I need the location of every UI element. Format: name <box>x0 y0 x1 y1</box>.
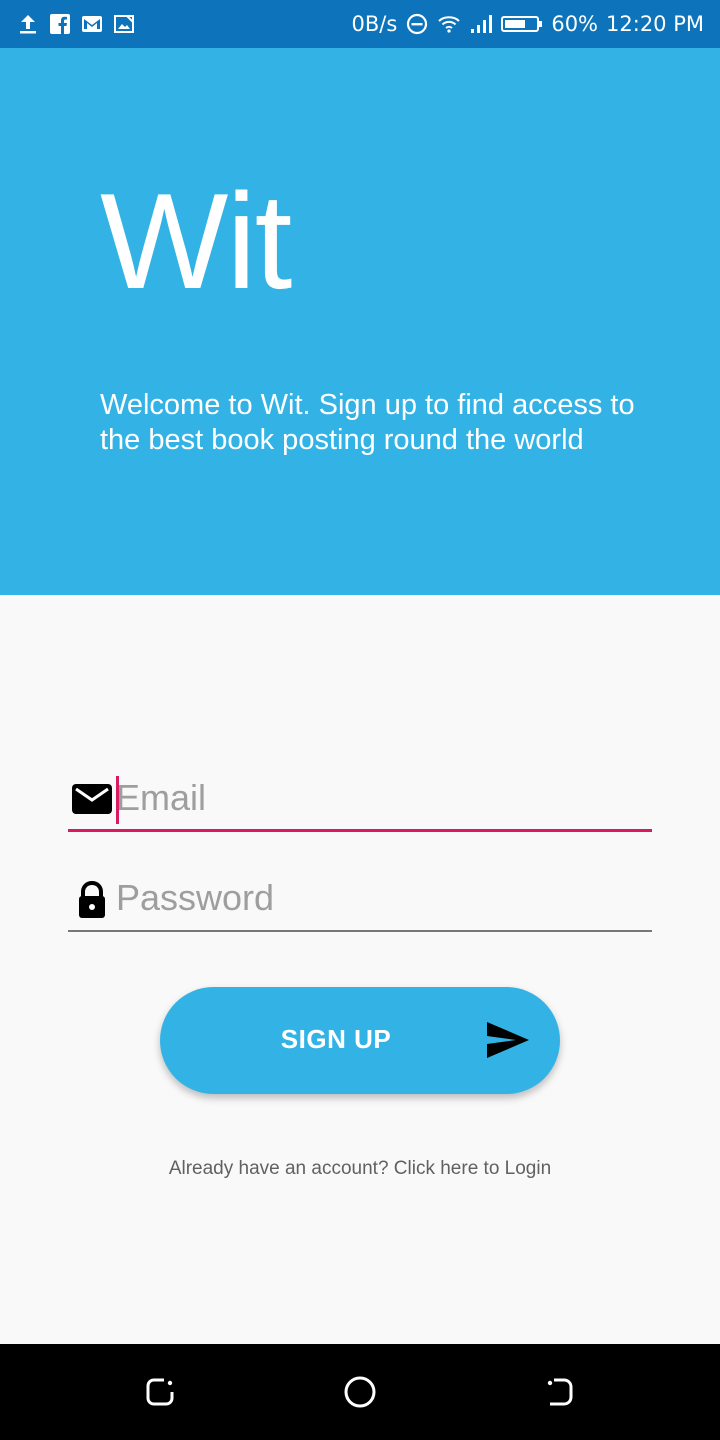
send-icon <box>486 1021 530 1059</box>
mail-icon <box>72 780 112 820</box>
signup-button[interactable]: SIGN UP <box>160 987 560 1094</box>
status-bar-system: 0B/s 60% 12:20 PM <box>352 0 704 48</box>
clock: 12:20 PM <box>606 12 704 36</box>
gmail-icon <box>80 12 104 36</box>
net-speed: 0B/s <box>351 12 398 36</box>
screenshot-icon <box>112 12 136 36</box>
signup-label: SIGN UP <box>280 1024 392 1054</box>
app-tagline: Welcome to Wit. Sign up to find access t… <box>100 389 635 456</box>
password-underline <box>68 930 652 932</box>
recents-icon[interactable] <box>140 1372 180 1412</box>
email-field[interactable] <box>68 770 652 832</box>
email-underline <box>68 829 652 832</box>
signal-icon <box>469 12 493 36</box>
battery-percent: 60% <box>551 12 599 36</box>
app-title: Wit <box>100 165 292 317</box>
status-bar: 0B/s 60% 12:20 PM <box>0 0 720 48</box>
navigation-bar <box>0 1344 720 1440</box>
back-icon[interactable] <box>540 1372 580 1412</box>
do-not-disturb-icon <box>405 12 429 36</box>
text-cursor <box>116 776 119 824</box>
lock-icon <box>72 880 112 920</box>
upload-icon <box>16 12 40 36</box>
wifi-icon <box>437 12 461 36</box>
status-bar-notifications <box>16 12 136 36</box>
home-icon[interactable] <box>340 1372 380 1412</box>
facebook-icon <box>48 12 72 36</box>
email-input[interactable] <box>116 772 646 824</box>
password-input[interactable] <box>116 872 646 924</box>
battery-icon <box>501 12 543 36</box>
hero-banner: Wit Welcome to Wit. Sign up to find acce… <box>0 48 720 595</box>
password-field[interactable] <box>68 870 652 932</box>
login-link[interactable]: Already have an account? Click here to L… <box>0 1158 720 1180</box>
